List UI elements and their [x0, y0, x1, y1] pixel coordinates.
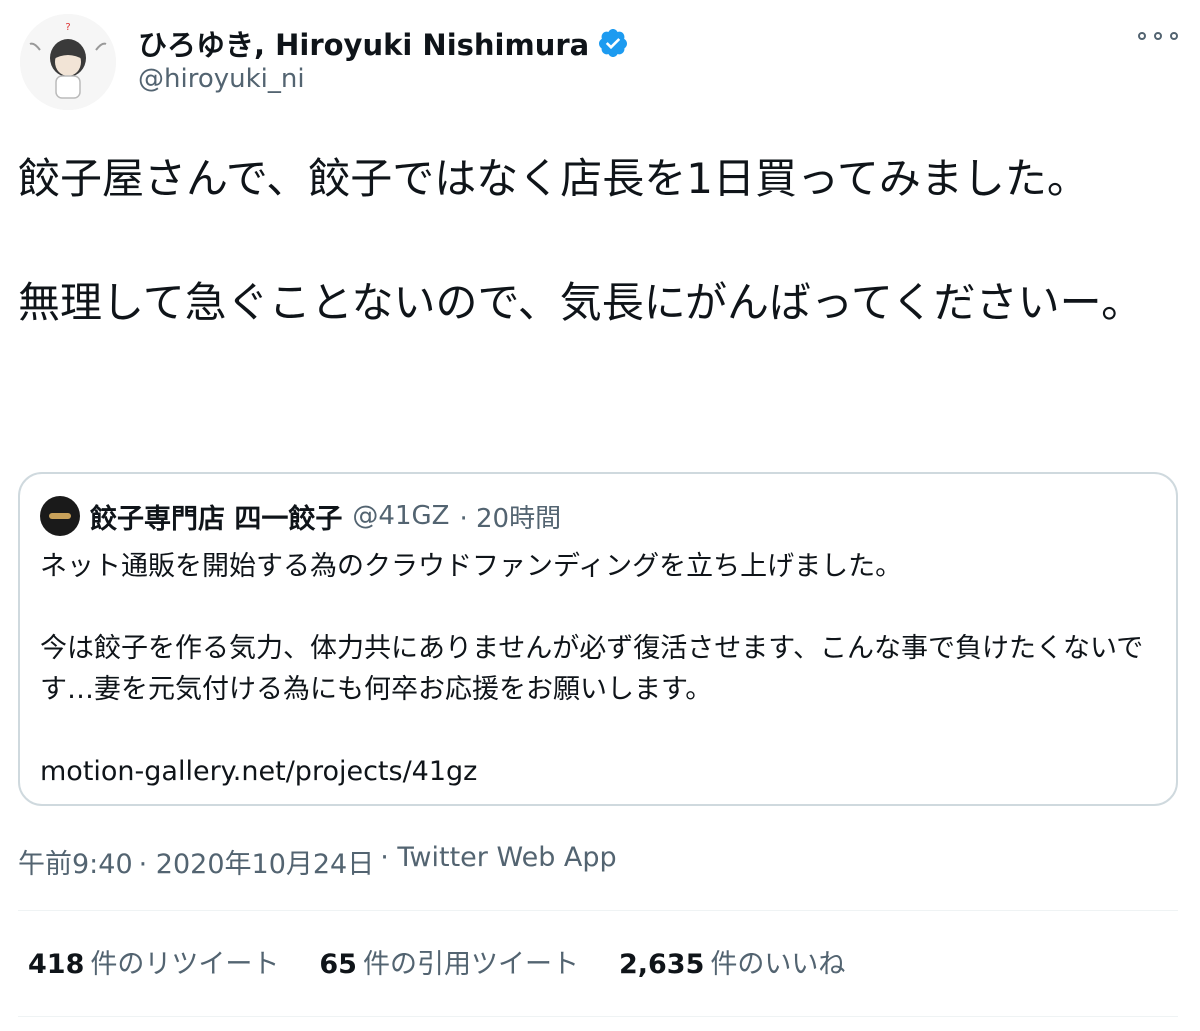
- divider: [18, 1016, 1178, 1017]
- tweet-time[interactable]: 午前9:40: [18, 842, 133, 881]
- author-avatar[interactable]: ?: [20, 14, 116, 110]
- author-name-row[interactable]: ひろゆき, Hiroyuki Nishimura: [138, 22, 629, 64]
- quotes-count: 65: [319, 949, 357, 980]
- quoted-tweet-text: ネット通販を開始する為のクラウドファンディングを立ち上げました。 今は餃子を作る…: [40, 551, 1144, 787]
- quoted-author-handle: @41GZ: [352, 501, 450, 531]
- likes-label: 件のいいね: [710, 949, 846, 980]
- tweet-text: 餃子屋さんで、餃子ではなく店長を1日買ってみました。 無理して急ぐことないので、…: [18, 154, 1144, 327]
- svg-text:?: ?: [65, 22, 70, 33]
- author-display-name[interactable]: ひろゆき, Hiroyuki Nishimura: [138, 22, 589, 64]
- quoted-tweet-card[interactable]: 餃子専門店 四一餃子 @41GZ · 20時間 ネット通販を開始する為のクラウド…: [18, 472, 1178, 806]
- quoted-tweet-header: 餃子専門店 四一餃子 @41GZ · 20時間: [40, 496, 561, 536]
- likes-stat[interactable]: 2,635 件のいいね: [619, 942, 845, 981]
- divider: [18, 910, 1178, 911]
- likes-count: 2,635: [618, 949, 705, 980]
- quotes-label: 件の引用ツイート: [362, 949, 579, 980]
- quoted-author-name: 餃子専門店 四一餃子: [90, 503, 343, 535]
- avatar-illustration: ?: [20, 14, 116, 110]
- quoted-author-avatar: [40, 496, 80, 536]
- more-dot: [1138, 32, 1146, 40]
- retweets-count: 418: [28, 949, 85, 980]
- retweets-label: 件のリツイート: [90, 949, 280, 980]
- more-dot: [1170, 32, 1178, 40]
- more-options-icon[interactable]: [1138, 24, 1178, 48]
- quoted-tweet-time: · 20時間: [459, 503, 562, 534]
- author-handle[interactable]: @hiroyuki_ni: [138, 64, 305, 94]
- verified-badge-icon: [599, 29, 628, 57]
- tweet-stats: 418 件のリツイート 65 件の引用ツイート 2,635 件のいいね: [28, 942, 845, 981]
- more-dot: [1154, 32, 1162, 40]
- tweet-date[interactable]: · 2020年10月24日: [139, 842, 375, 881]
- tweet-timestamp: 午前9:40 · 2020年10月24日 · Twitter Web App: [18, 842, 617, 881]
- retweets-stat[interactable]: 418 件のリツイート: [28, 942, 279, 981]
- tweet-source[interactable]: · Twitter Web App: [380, 842, 616, 881]
- quotes-stat[interactable]: 65 件の引用ツイート: [319, 942, 579, 981]
